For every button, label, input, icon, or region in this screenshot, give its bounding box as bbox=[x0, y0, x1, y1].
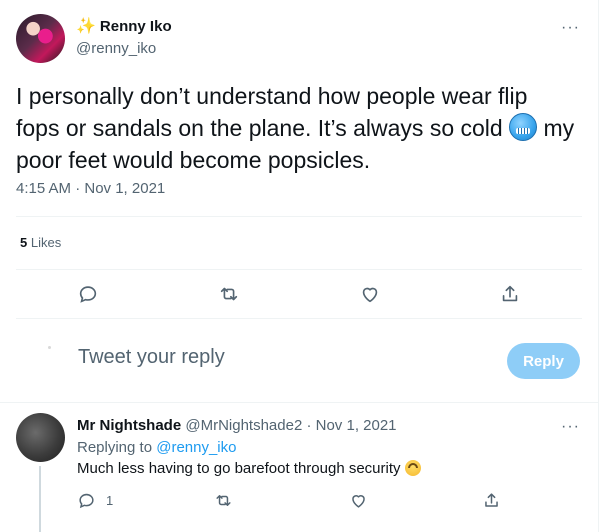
replying-to: Replying to @renny_iko bbox=[77, 439, 237, 456]
tweet-text-part1: I personally don’t understand how people… bbox=[16, 83, 528, 141]
reply-reply-button[interactable]: 1 bbox=[77, 491, 113, 510]
author-avatar[interactable] bbox=[16, 14, 65, 63]
divider bbox=[16, 318, 582, 319]
replying-handle-link[interactable]: @renny_iko bbox=[156, 439, 236, 456]
reply-icon bbox=[79, 286, 97, 303]
composer-avatar-placeholder bbox=[48, 346, 51, 349]
likes-stat[interactable]: 5 Likes bbox=[20, 235, 61, 250]
sparkles-icon: ✨ bbox=[76, 17, 96, 35]
reply-icon bbox=[79, 493, 94, 509]
divider bbox=[16, 269, 582, 270]
divider bbox=[16, 216, 582, 217]
reply-share-button[interactable] bbox=[482, 491, 501, 510]
heart-icon bbox=[352, 495, 365, 508]
share-icon bbox=[502, 285, 518, 302]
tweet-detail-view: ✨ Renny Iko @renny_iko ··· I personally … bbox=[0, 0, 599, 532]
heart-icon bbox=[362, 287, 378, 303]
likes-label: Likes bbox=[30, 235, 62, 250]
section-divider bbox=[0, 402, 598, 403]
share-icon bbox=[485, 493, 498, 507]
more-icon[interactable]: ··· bbox=[561, 20, 580, 36]
reply-submit-button[interactable]: Reply bbox=[507, 343, 580, 379]
retweet-icon bbox=[216, 494, 231, 507]
reply-author-avatar[interactable] bbox=[16, 413, 65, 462]
reply-input[interactable] bbox=[78, 346, 458, 369]
tweet-text: I personally don’t understand how people… bbox=[16, 80, 576, 176]
tweet-timestamp[interactable]: 4:15 AM · Nov 1, 2021 bbox=[16, 180, 165, 197]
like-button[interactable] bbox=[359, 283, 381, 305]
reply-text: Much less having to go barefoot through … bbox=[77, 460, 421, 477]
reply-button[interactable] bbox=[77, 283, 99, 305]
reply-text-body: Much less having to go barefoot through … bbox=[77, 460, 405, 477]
reply-author-meta[interactable]: @MrNightshade2 · Nov 1, 2021 bbox=[185, 417, 396, 434]
retweet-button[interactable] bbox=[218, 283, 240, 305]
share-button[interactable] bbox=[499, 283, 521, 305]
retweet-icon bbox=[220, 287, 238, 301]
reply-count: 1 bbox=[106, 493, 114, 508]
reply-like-button[interactable] bbox=[349, 491, 368, 510]
author-display-name[interactable]: Renny Iko bbox=[100, 18, 172, 35]
more-icon[interactable]: ··· bbox=[561, 419, 580, 435]
author-name-row[interactable]: ✨ Renny Iko bbox=[76, 18, 172, 35]
reply-header: Mr Nightshade @MrNightshade2 · Nov 1, 20… bbox=[77, 417, 397, 434]
replying-prefix: Replying to bbox=[77, 439, 157, 456]
cold-face-emoji-icon bbox=[509, 113, 538, 141]
upside-down-face-emoji-icon bbox=[404, 460, 421, 476]
reply-retweet-button[interactable] bbox=[214, 491, 233, 510]
author-handle[interactable]: @renny_iko bbox=[76, 40, 156, 57]
reply-author-name[interactable]: Mr Nightshade bbox=[77, 417, 181, 434]
thread-line bbox=[39, 466, 41, 532]
likes-count: 5 bbox=[20, 235, 28, 250]
